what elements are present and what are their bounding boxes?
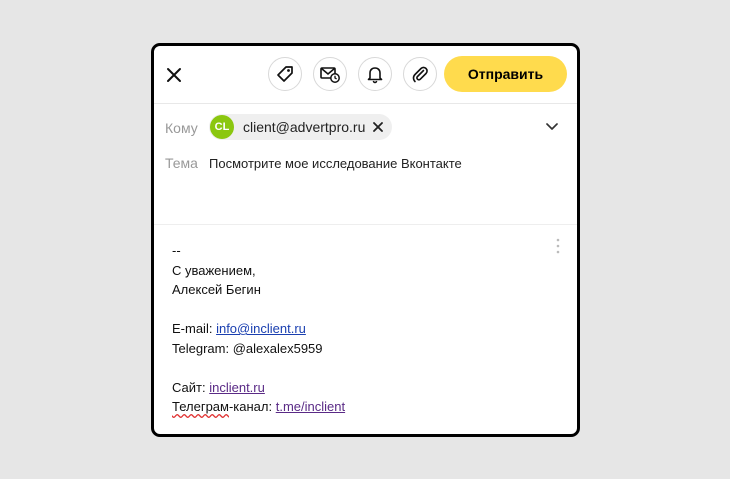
email-label: E-mail: bbox=[172, 321, 213, 336]
signature: -- С уважением, Алексей Бегин E-mail: in… bbox=[172, 241, 345, 417]
signature-greeting: С уважением, bbox=[172, 262, 256, 278]
channel-label: -канал: bbox=[228, 399, 273, 414]
site-label: Сайт: bbox=[172, 379, 206, 395]
avatar: CL bbox=[210, 115, 234, 139]
delayed-send-button[interactable] bbox=[313, 57, 347, 91]
close-icon bbox=[167, 68, 181, 82]
subject-label: Тема bbox=[165, 155, 198, 171]
expand-recipients-button[interactable] bbox=[545, 119, 559, 137]
close-icon bbox=[373, 122, 384, 132]
signature-channel-line: Телеграм-канал: t.me/inclient bbox=[172, 397, 345, 417]
more-options-button[interactable] bbox=[556, 237, 560, 260]
compose-window: Отправить Кому CL client@advertpro.ru Те… bbox=[151, 43, 580, 437]
channel-word-misspelled: Телеграм bbox=[172, 399, 229, 414]
attach-button[interactable] bbox=[403, 57, 437, 91]
close-button[interactable] bbox=[162, 63, 186, 87]
send-button[interactable]: Отправить bbox=[444, 56, 567, 92]
tag-icon bbox=[277, 66, 293, 82]
paperclip-icon bbox=[412, 66, 428, 83]
subject-field[interactable]: Посмотрите мое исследование Вконтакте bbox=[209, 156, 462, 171]
reminder-button[interactable] bbox=[358, 57, 392, 91]
recipient-chip[interactable]: CL client@advertpro.ru bbox=[209, 114, 392, 140]
remove-recipient-button[interactable] bbox=[373, 122, 384, 132]
more-vertical-icon bbox=[556, 238, 560, 254]
chevron-down-icon bbox=[546, 123, 558, 130]
signature-email-line: E-mail: info@inclient.ru bbox=[172, 319, 345, 339]
to-label: Кому bbox=[165, 120, 198, 136]
tag-button[interactable] bbox=[268, 57, 302, 91]
email-link[interactable]: info@inclient.ru bbox=[216, 321, 306, 336]
message-body[interactable]: -- С уважением, Алексей Бегин E-mail: in… bbox=[154, 224, 577, 434]
site-link[interactable]: inclient.ru bbox=[209, 380, 265, 395]
mail-schedule-icon bbox=[320, 67, 340, 83]
compose-toolbar: Отправить bbox=[154, 46, 577, 104]
channel-link[interactable]: t.me/inclient bbox=[276, 399, 345, 414]
signature-telegram-line: Telegram: @alexalex5959 bbox=[172, 340, 323, 356]
recipient-email: client@advertpro.ru bbox=[243, 119, 366, 135]
signature-name: Алексей Бегин bbox=[172, 282, 261, 297]
signature-site-line: Сайт: inclient.ru bbox=[172, 378, 345, 398]
signature-dashes: -- bbox=[172, 243, 181, 258]
bell-icon bbox=[367, 67, 383, 84]
